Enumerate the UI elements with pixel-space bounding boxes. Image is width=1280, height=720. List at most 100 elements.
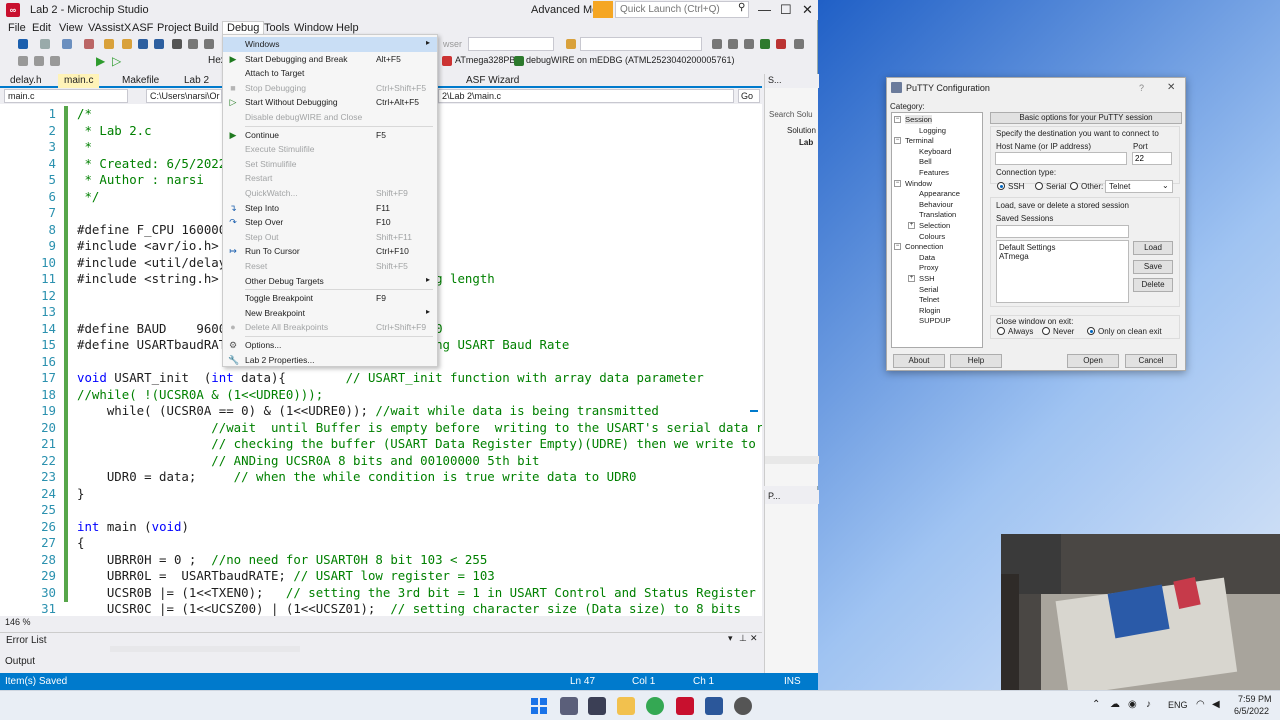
zoom-level[interactable]: 146 % <box>5 617 31 627</box>
open-folder-icon[interactable] <box>104 39 114 49</box>
debug-menu-item-toggle-breakpoint[interactable]: Toggle Breakpoint F9 <box>223 291 437 306</box>
wrench-toolbar-icon[interactable] <box>728 39 738 49</box>
language-indicator[interactable]: ENG <box>1168 700 1188 710</box>
save-all-icon[interactable] <box>154 39 164 49</box>
find-combo[interactable] <box>580 37 702 51</box>
code-line[interactable]: 18 //while( !(UCSR0A & (1<<UDRE0))); <box>0 387 762 404</box>
start-debugging-icon[interactable]: ▶ <box>96 54 105 68</box>
paste-icon[interactable] <box>204 39 214 49</box>
start-icon[interactable] <box>530 697 548 715</box>
debug-menu-item-continue[interactable]: ▶ Continue F5 <box>223 128 437 143</box>
collapse-icon[interactable]: − <box>894 179 901 187</box>
solution-scrollbar[interactable] <box>765 456 819 464</box>
debug-menu-item-attach-to-target[interactable]: Attach to Target <box>223 66 437 81</box>
load-button[interactable]: Load <box>1133 241 1173 255</box>
back-icon[interactable] <box>40 39 50 49</box>
help-icon[interactable]: ? <box>1139 83 1144 93</box>
find-icon[interactable] <box>566 39 576 49</box>
clock-date[interactable]: 6/5/2022 <box>1234 706 1269 716</box>
collapse-icon[interactable]: − <box>894 243 901 251</box>
code-line[interactable]: 20 //wait until Buffer is empty before w… <box>0 420 762 437</box>
clock-time[interactable]: 7:59 PM <box>1238 694 1272 704</box>
output-title[interactable]: Output <box>5 656 35 667</box>
code-line[interactable]: 31 UCSR0C |= (1<<UCSZ00) | (1<<UCSZ01); … <box>0 601 762 616</box>
putty-taskbar-icon[interactable] <box>588 697 606 715</box>
expand-icon[interactable]: + <box>908 275 915 282</box>
code-line[interactable]: 28 UBRR0H = 0 ; //no need for USART0H 8 … <box>0 552 762 569</box>
save-icon[interactable] <box>138 39 148 49</box>
debug-menu-item-windows[interactable]: Windows ▸ <box>223 37 437 52</box>
code-line[interactable]: 22 // ANDing UCSR0A 8 bits and 00100000 … <box>0 453 762 470</box>
menu-debug[interactable]: Debug <box>222 21 265 35</box>
menu-tools[interactable]: Tools <box>260 22 294 34</box>
debug-menu-item-run-to-cursor[interactable]: ↦ Run To Cursor Ctrl+F10 <box>223 244 437 259</box>
about-button[interactable]: About <box>893 354 945 368</box>
onedrive-icon[interactable]: ☁ <box>1110 699 1120 710</box>
debug-menu-item-step-into[interactable]: ↴ Step Into F11 <box>223 201 437 216</box>
tab-asf-wizard[interactable]: ASF Wizard <box>460 74 525 88</box>
quick-launch-input[interactable] <box>615 1 749 18</box>
debug-menu-item-restart[interactable]: Restart <box>223 171 437 186</box>
menu-view[interactable]: View <box>55 22 87 34</box>
debug-menu-item-disable-debugwire-and-close[interactable]: Disable debugWIRE and Close <box>223 110 437 125</box>
wifi-icon[interactable]: ◠ <box>1196 699 1205 710</box>
maximize-button[interactable]: ☐ <box>780 2 792 18</box>
menu-file[interactable]: File <box>4 22 30 34</box>
debug-menu-item-step-out[interactable]: Step Out Shift+F11 <box>223 230 437 245</box>
code-line[interactable]: 26 int main (void) <box>0 519 762 536</box>
path-tail-combo[interactable]: 2\Lab 2\main.c <box>438 89 734 103</box>
copy-icon[interactable] <box>188 39 198 49</box>
close-always-radio[interactable] <box>997 327 1005 335</box>
chevron-up-icon[interactable]: ⌃ <box>1092 699 1100 710</box>
code-line[interactable]: 24} <box>0 486 762 503</box>
add-item-icon[interactable] <box>84 39 94 49</box>
tab-lab-2[interactable]: Lab 2 <box>178 74 215 88</box>
debug-menu-item-execute-stimulifile[interactable]: Execute Stimulifile <box>223 142 437 157</box>
menu-window[interactable]: Window <box>290 22 337 34</box>
project-node[interactable]: Lab <box>799 138 813 147</box>
code-line[interactable]: 21 // checking the buffer (USART Data Re… <box>0 436 762 453</box>
open-button[interactable]: Open <box>1067 354 1119 368</box>
cancel-button[interactable]: Cancel <box>1125 354 1177 368</box>
debug-menu-item-set-stimulifile[interactable]: Set Stimulifile <box>223 157 437 172</box>
microchip-icon[interactable] <box>676 697 694 715</box>
code-line[interactable]: 23 UDR0 = data; // when the while condit… <box>0 469 762 486</box>
save-button[interactable]: Save <box>1133 260 1173 274</box>
host-input[interactable] <box>995 152 1127 165</box>
device-programming-icon[interactable] <box>760 39 770 49</box>
settings-toolbar-icon[interactable] <box>744 39 754 49</box>
pane-dropdown-icon[interactable]: ▾ <box>728 633 733 644</box>
debug-menu-item-delete-all-breakpoints[interactable]: ● Delete All Breakpoints Ctrl+Shift+F9 <box>223 320 437 335</box>
go-button[interactable]: Go <box>738 89 760 103</box>
menu-project[interactable]: Project <box>153 22 195 34</box>
debug-menu-item-options[interactable]: ⚙ Options... <box>223 338 437 353</box>
other-protocol-select[interactable]: Telnet ⌄ <box>1105 180 1173 193</box>
start-without-debugging-icon[interactable]: ▷ <box>112 54 121 68</box>
debug-menu-item-reset[interactable]: Reset Shift+F5 <box>223 259 437 274</box>
menu-help[interactable]: Help <box>332 22 363 34</box>
close-clean-radio[interactable] <box>1087 327 1095 335</box>
code-line[interactable]: 29 UBRR0L = USARTbaudRATE; // USART low … <box>0 568 762 585</box>
chip-icon[interactable] <box>776 39 786 49</box>
session-item[interactable]: Default Settings <box>999 243 1055 252</box>
sessions-list[interactable]: Default Settings ATmega <box>996 240 1129 303</box>
session-item[interactable]: ATmega <box>999 252 1029 261</box>
word-icon[interactable] <box>705 697 723 715</box>
file-explorer-icon[interactable] <box>617 697 635 715</box>
code-line[interactable]: 17 void USART_init (int data){ // USART_i… <box>0 370 762 387</box>
tab-main-c[interactable]: main.c <box>58 74 100 88</box>
code-line[interactable]: 30 UCSR0B |= (1<<TXEN0); // setting the … <box>0 585 762 602</box>
path-combo[interactable]: C:\Users\narsi\Or <box>146 89 222 103</box>
close-never-radio[interactable] <box>1042 327 1050 335</box>
solution-search[interactable]: Search Solu <box>769 110 813 119</box>
new-project-icon[interactable] <box>18 39 28 49</box>
cut-icon[interactable] <box>172 39 182 49</box>
toolbar-icon-2[interactable] <box>34 56 44 66</box>
port-input[interactable] <box>1132 152 1172 165</box>
pane-close-icon[interactable]: ✕ <box>750 633 758 644</box>
debug-menu-item-step-over[interactable]: ↷ Step Over F10 <box>223 215 437 230</box>
minimize-button[interactable]: — <box>758 2 771 17</box>
tab-delay-h[interactable]: delay.h <box>4 74 48 88</box>
camera-icon[interactable]: ◉ <box>1128 699 1137 710</box>
new-file-icon[interactable] <box>62 39 72 49</box>
